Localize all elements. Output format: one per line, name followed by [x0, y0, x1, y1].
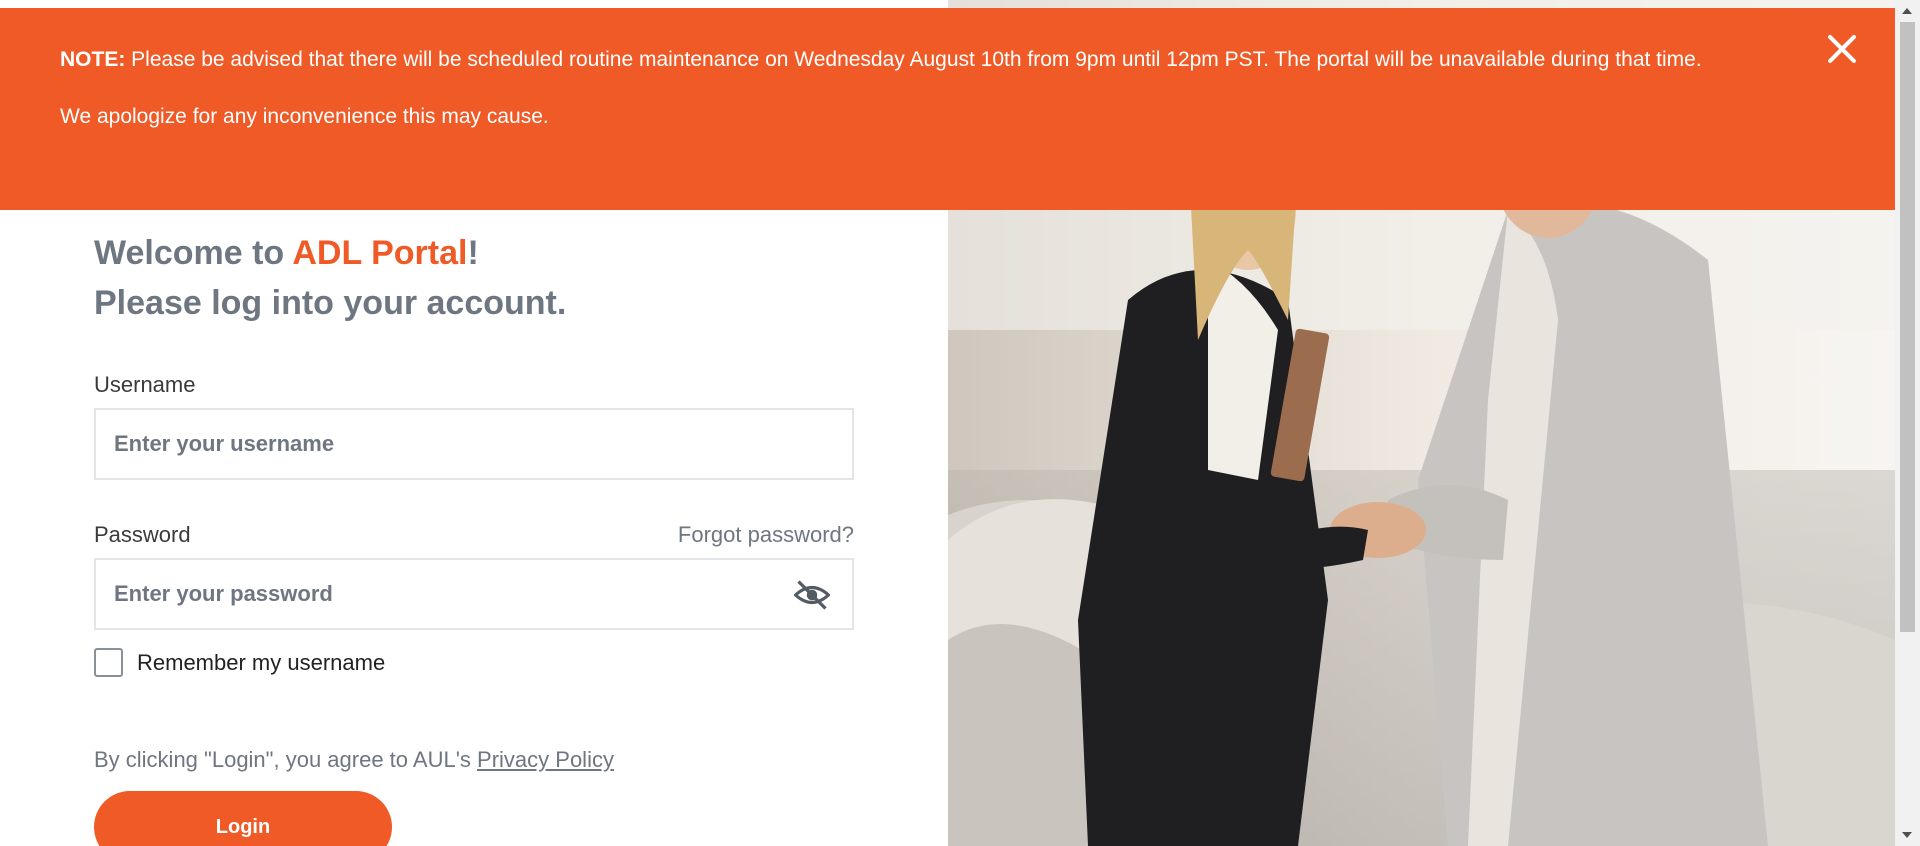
welcome-prefix: Welcome to	[94, 234, 293, 272]
banner-apology: We apologize for any inconvenience this …	[60, 105, 549, 128]
remember-checkbox[interactable]	[94, 648, 123, 677]
forgot-password-link[interactable]: Forgot password?	[678, 522, 854, 548]
eye-slash-icon[interactable]	[793, 580, 831, 610]
login-form: Welcome to ADL Portal! Please log into y…	[94, 228, 854, 846]
banner-message-text: Please be advised that there will be sch…	[131, 48, 1702, 71]
page: Welcome to ADL Portal! Please log into y…	[0, 0, 1895, 846]
terms-prefix: By clicking "Login", you agree to AUL's	[94, 747, 478, 772]
login-button[interactable]: Login	[94, 791, 392, 846]
login-subtitle: Please log into your account.	[94, 284, 567, 322]
password-input[interactable]	[94, 558, 854, 630]
close-icon[interactable]	[1825, 32, 1859, 66]
scrollbar-thumb[interactable]	[1900, 22, 1915, 632]
remember-row: Remember my username	[94, 648, 854, 677]
remember-label: Remember my username	[137, 649, 386, 675]
banner-note-label: NOTE:	[60, 48, 126, 71]
welcome-heading: Welcome to ADL Portal!	[94, 228, 854, 278]
privacy-policy-link[interactable]: Privacy Policy	[477, 747, 614, 772]
terms-text: By clicking "Login", you agree to AUL's …	[94, 747, 854, 773]
brand-name: ADL Portal	[292, 234, 468, 272]
banner-message: NOTE: Please be advised that there will …	[60, 48, 1702, 72]
welcome-suffix: !	[467, 234, 479, 272]
maintenance-banner: NOTE: Please be advised that there will …	[0, 8, 1895, 210]
username-label: Username	[94, 372, 196, 397]
page-scrollbar[interactable]	[1895, 0, 1920, 846]
username-input[interactable]	[94, 408, 854, 480]
scroll-down-icon[interactable]	[1902, 832, 1912, 838]
scroll-up-icon[interactable]	[1902, 8, 1912, 14]
password-label: Password	[94, 522, 191, 547]
